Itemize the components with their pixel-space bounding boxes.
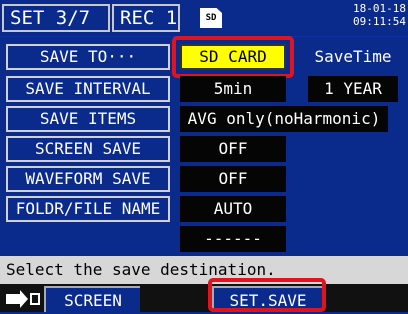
empty-function-key	[324, 286, 408, 312]
device-screen: SET 3/7 REC 1 SD 18-01-18 09:11:54 SAVE …	[0, 0, 408, 312]
save-interval-value[interactable]: 5min	[180, 76, 286, 102]
display-switch-icon	[6, 290, 40, 308]
set-page-indicator[interactable]: SET 3/7	[2, 4, 110, 32]
save-items-label: SAVE ITEMS	[6, 106, 170, 132]
save-to-label: SAVE TO···	[6, 44, 170, 70]
save-time-label: SaveTime	[314, 47, 392, 66]
waveform-save-value[interactable]: OFF	[180, 166, 286, 192]
sd-card-icon: SD	[200, 8, 222, 28]
save-to-value[interactable]: SD CARD	[180, 44, 286, 70]
time-text: 09:11:54	[353, 15, 406, 28]
datetime-display: 18-01-18 09:11:54	[353, 2, 406, 28]
set-save-button[interactable]: SET.SAVE	[212, 286, 322, 312]
save-items-value[interactable]: AVG only(noHarmonic)	[180, 106, 388, 132]
date-text: 18-01-18	[353, 2, 406, 15]
save-interval-label: SAVE INTERVAL	[6, 76, 170, 102]
screen-save-label: SCREEN SAVE	[6, 136, 170, 162]
folder-file-name-label: FOLDR/FILE NAME	[6, 196, 170, 222]
rec-indicator[interactable]: REC 1	[112, 4, 180, 32]
screen-button[interactable]: SCREEN	[44, 286, 140, 312]
empty-setting-value: ------	[180, 226, 286, 252]
folder-file-name-value[interactable]: AUTO	[180, 196, 286, 222]
help-message: Select the save destination.	[0, 256, 408, 284]
empty-function-key	[142, 286, 206, 312]
waveform-save-label: WAVEFORM SAVE	[6, 166, 170, 192]
function-key-bar: SCREEN SET.SAVE	[0, 284, 408, 312]
screen-save-value[interactable]: OFF	[180, 136, 286, 162]
top-status-bar: SET 3/7 REC 1 SD 18-01-18 09:11:54	[0, 0, 408, 37]
save-time-value[interactable]: 1 YEAR	[308, 76, 398, 102]
